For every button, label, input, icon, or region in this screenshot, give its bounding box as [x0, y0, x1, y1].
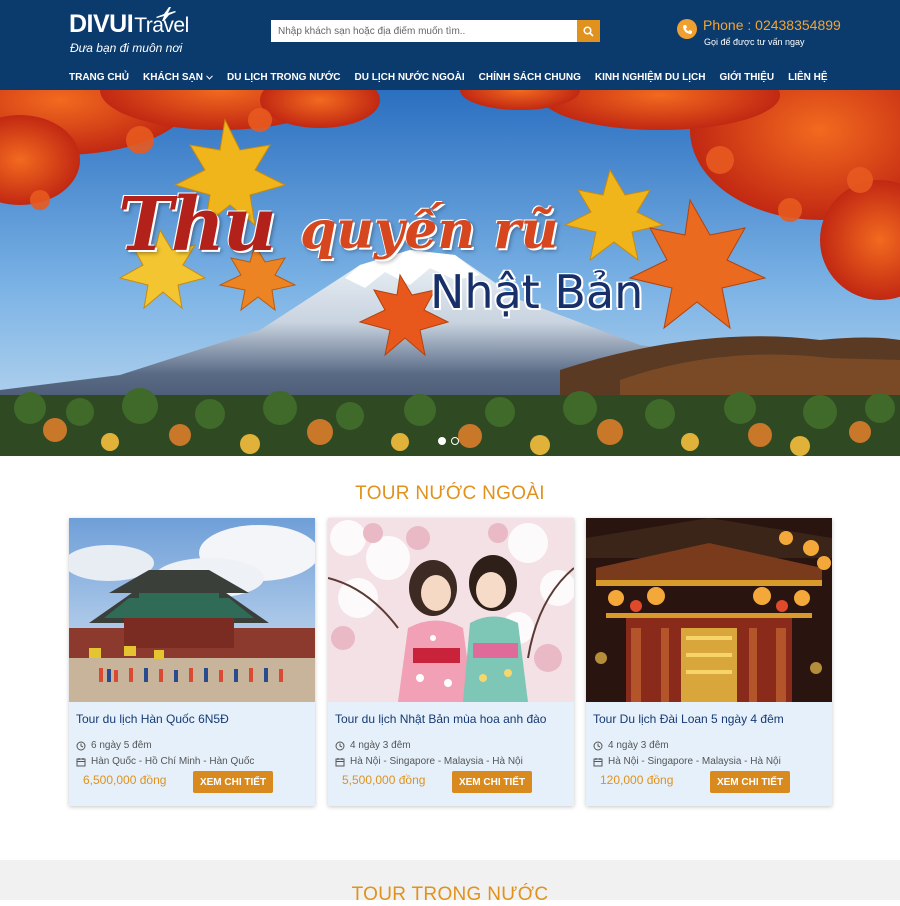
calendar-icon [593, 757, 603, 766]
calendar-icon [335, 757, 345, 766]
slider-dot-1[interactable] [438, 437, 446, 445]
nav-label: LIÊN HỆ [788, 71, 828, 83]
calendar-icon [76, 757, 86, 766]
tour-title[interactable]: Tour Du lịch Đài Loan 5 ngày 4 đêm [593, 712, 784, 726]
nav-label: KHÁCH SẠN [143, 71, 203, 83]
view-details-button[interactable]: XEM CHI TIẾT [452, 771, 532, 793]
tour-duration: 6 ngày 5 đêm [76, 740, 152, 751]
tour-route: Hà Nội - Singapore - Malaysia - Hà Nội [593, 756, 781, 767]
tour-image-taiwan[interactable] [586, 518, 832, 702]
nav-item-domestic[interactable]: DU LỊCH TRONG NƯỚC [227, 72, 341, 83]
logo[interactable]: DIVUITravel Đưa bạn đi muôn nơi [69, 6, 194, 56]
clock-icon [335, 741, 345, 750]
nav-item-abroad[interactable]: DU LỊCH NƯỚC NGOÀI [355, 72, 465, 83]
korea-palace-image [69, 518, 315, 702]
duration-text: 6 ngày 5 đêm [91, 740, 152, 751]
nav-item-policy[interactable]: CHÍNH SÁCH CHUNG [479, 72, 581, 83]
phone-icon[interactable] [677, 19, 697, 39]
chevron-down-icon [206, 74, 213, 80]
nav-item-experience[interactable]: KINH NGHIỆM DU LỊCH [595, 72, 706, 83]
tour-card[interactable]: Tour du lịch Nhật Bản mùa hoa anh đào 4 … [328, 518, 574, 806]
section-domestic: TOUR TRONG NƯỚC [0, 860, 900, 905]
route-text: Hà Nội - Singapore - Malaysia - Hà Nội [608, 756, 781, 767]
tour-route: Hàn Quốc - Hồ Chí Minh - Hàn Quốc [76, 756, 254, 767]
nav-item-about[interactable]: GIỚI THIỆU [719, 72, 774, 83]
tour-image-japan[interactable] [328, 518, 574, 702]
site-header: DIVUITravel Đưa bạn đi muôn nơi Phone : … [0, 0, 900, 90]
banner-title-line1: Thu [118, 182, 277, 268]
slider-dot-2[interactable] [451, 437, 459, 445]
taiwan-temple-image [586, 518, 832, 702]
duration-text: 4 ngày 3 đêm [608, 740, 669, 751]
view-details-button[interactable]: XEM CHI TIẾT [193, 771, 273, 793]
tour-duration: 4 ngày 3 đêm [335, 740, 411, 751]
banner-title-line2: quyến rũ [300, 200, 559, 261]
nav-label: DU LỊCH TRONG NƯỚC [227, 71, 341, 83]
tour-duration: 4 ngày 3 đêm [593, 740, 669, 751]
tour-card[interactable]: Tour du lịch Hàn Quốc 6N5Đ 6 ngày 5 đêm … [69, 518, 315, 806]
tour-route: Hà Nội - Singapore - Malaysia - Hà Nội [335, 756, 523, 767]
nav-item-hotels[interactable]: KHÁCH SẠN [143, 72, 213, 83]
phone-glyph [682, 24, 692, 34]
nav-label: GIỚI THIỆU [719, 71, 775, 83]
tour-price: 6,500,000 đồng [83, 773, 167, 787]
tour-title[interactable]: Tour du lịch Nhật Bản mùa hoa anh đào [335, 712, 546, 726]
clock-icon [593, 741, 603, 750]
japan-kimono-image [328, 518, 574, 702]
phone-number[interactable]: Phone : 02438354899 [703, 17, 841, 33]
duration-text: 4 ngày 3 đêm [350, 740, 411, 751]
clock-icon [76, 741, 86, 750]
phone-subtitle: Gọi để được tư vấn ngay [704, 37, 805, 47]
nav-label: TRANG CHỦ [69, 71, 129, 83]
slider-dots [438, 437, 459, 445]
tour-cards-abroad: Tour du lịch Hàn Quốc 6N5Đ 6 ngày 5 đêm … [69, 518, 832, 808]
tour-title[interactable]: Tour du lịch Hàn Quốc 6N5Đ [76, 712, 229, 726]
route-text: Hàn Quốc - Hồ Chí Minh - Hàn Quốc [91, 756, 255, 767]
section-title-abroad: TOUR NƯỚC NGOÀI [355, 483, 545, 504]
view-details-button[interactable]: XEM CHI TIẾT [710, 771, 790, 793]
nav-label: CHÍNH SÁCH CHUNG [478, 71, 581, 83]
airplane-icon [156, 7, 176, 21]
search-icon [583, 25, 594, 37]
tour-price: 5,500,000 đồng [342, 773, 426, 787]
nav-item-home[interactable]: TRANG CHỦ [69, 72, 129, 83]
logo-tagline: Đưa bạn đi muôn nơi [70, 41, 183, 55]
main-nav: TRANG CHỦ KHÁCH SẠN DU LỊCH TRONG NƯỚC D… [69, 68, 842, 86]
hero-banner[interactable]: Thu quyến rũ Nhật Bản [0, 90, 900, 456]
search-input[interactable] [271, 20, 577, 42]
tour-card[interactable]: Tour Du lịch Đài Loan 5 ngày 4 đêm 4 ngà… [586, 518, 832, 806]
search-button[interactable] [577, 20, 600, 42]
section-title-domestic: TOUR TRONG NƯỚC [351, 884, 549, 905]
banner-title-line3: Nhật Bản [430, 265, 644, 319]
nav-label: KINH NGHIỆM DU LỊCH [594, 71, 706, 83]
tour-price: 120,000 đồng [600, 773, 674, 787]
search-bar [271, 20, 600, 42]
nav-label: DU LỊCH NƯỚC NGOÀI [354, 71, 465, 83]
logo-bold-text: DIVUI [69, 10, 134, 38]
route-text: Hà Nội - Singapore - Malaysia - Hà Nội [350, 756, 523, 767]
nav-item-contact[interactable]: LIÊN HỆ [788, 72, 827, 83]
tour-image-korea[interactable] [69, 518, 315, 702]
